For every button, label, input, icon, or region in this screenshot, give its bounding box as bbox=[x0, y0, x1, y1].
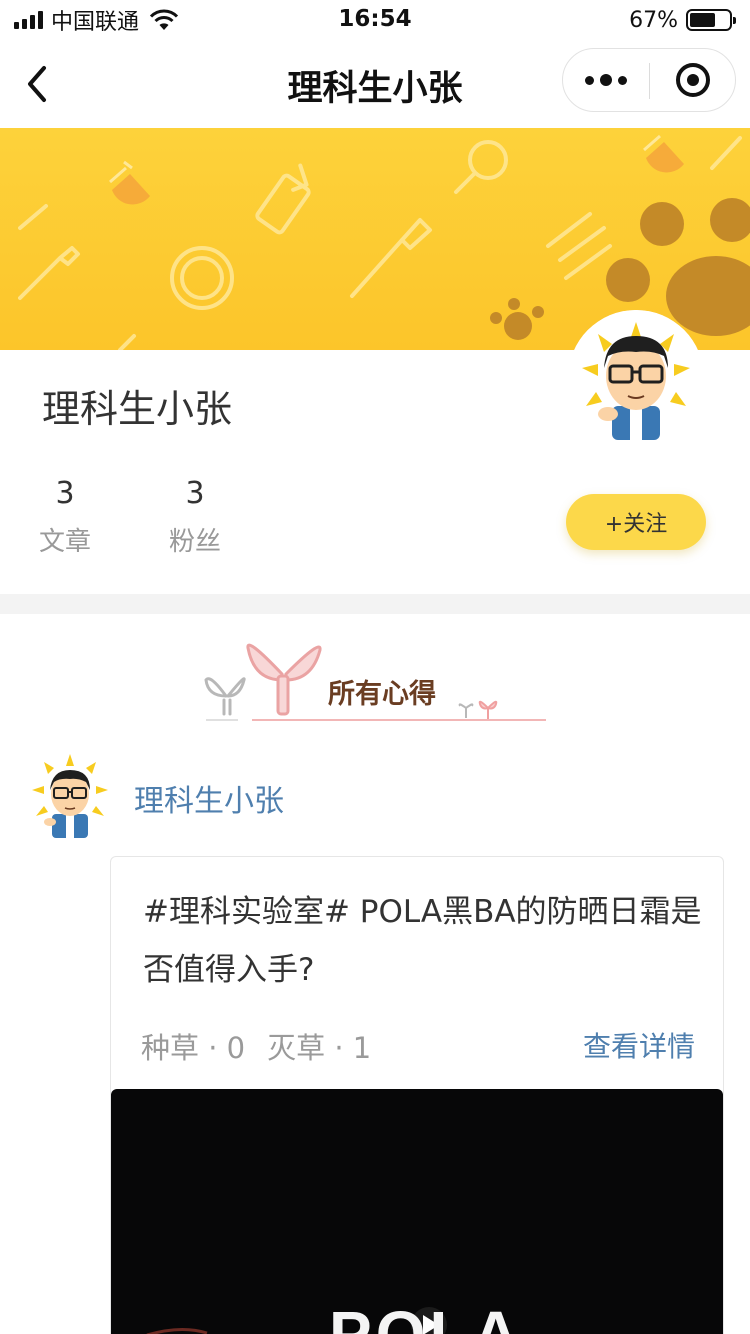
post-author-row: 理科生小张 bbox=[0, 752, 750, 842]
post-card[interactable]: #理科实验室# POLA黑BA的防晒日霜是否值得入手? 种草 · 0 灭草 · … bbox=[110, 856, 724, 1334]
post-video[interactable]: POLA bbox=[111, 1089, 723, 1334]
section-header: 所有心得 bbox=[0, 614, 750, 734]
more-button[interactable] bbox=[563, 49, 649, 111]
post-author-name[interactable]: 理科生小张 bbox=[134, 776, 284, 820]
like-count[interactable]: 种草 · 0 bbox=[141, 1025, 245, 1067]
profile-name: 理科生小张 bbox=[42, 387, 233, 431]
section-divider bbox=[0, 594, 750, 614]
stat-articles[interactable]: 3 文章 bbox=[25, 476, 105, 558]
video-brand-text: POLA bbox=[329, 1298, 523, 1334]
profile-section: 理科生小张 3 文章 3 粉丝 +关注 bbox=[0, 310, 750, 594]
battery-fill bbox=[690, 13, 716, 27]
profile-avatar[interactable] bbox=[568, 310, 704, 446]
stat-fans-value: 3 bbox=[185, 476, 205, 511]
stat-articles-value: 3 bbox=[55, 476, 75, 511]
dislike-count[interactable]: 灭草 · 1 bbox=[267, 1025, 371, 1067]
section-title: 所有心得 bbox=[328, 679, 436, 710]
status-bar: 中国联通 16:54 67% bbox=[0, 0, 750, 40]
nav-bar: 理科生小张 bbox=[0, 40, 750, 128]
status-right: 67% bbox=[629, 6, 736, 34]
close-miniprogram-button[interactable] bbox=[650, 49, 736, 111]
more-dots-icon bbox=[585, 75, 594, 85]
avatar-illustration bbox=[568, 310, 704, 446]
post-meta: 种草 · 0 灭草 · 1 bbox=[141, 1025, 371, 1067]
mini-program-capsule bbox=[562, 48, 736, 112]
view-detail-link[interactable]: 查看详情 bbox=[583, 1025, 695, 1065]
battery-percent: 67% bbox=[629, 7, 678, 33]
avatar-illustration bbox=[32, 754, 108, 838]
post-author-avatar[interactable] bbox=[30, 752, 110, 838]
post-title[interactable]: #理科实验室# POLA黑BA的防晒日霜是否值得入手? bbox=[143, 883, 703, 999]
follow-button[interactable]: +关注 bbox=[566, 494, 706, 550]
target-circle-icon bbox=[676, 63, 710, 97]
stat-articles-label: 文章 bbox=[38, 527, 91, 557]
stat-fans-label: 粉丝 bbox=[168, 527, 221, 557]
stat-fans[interactable]: 3 粉丝 bbox=[155, 476, 235, 558]
battery-icon bbox=[686, 9, 736, 31]
